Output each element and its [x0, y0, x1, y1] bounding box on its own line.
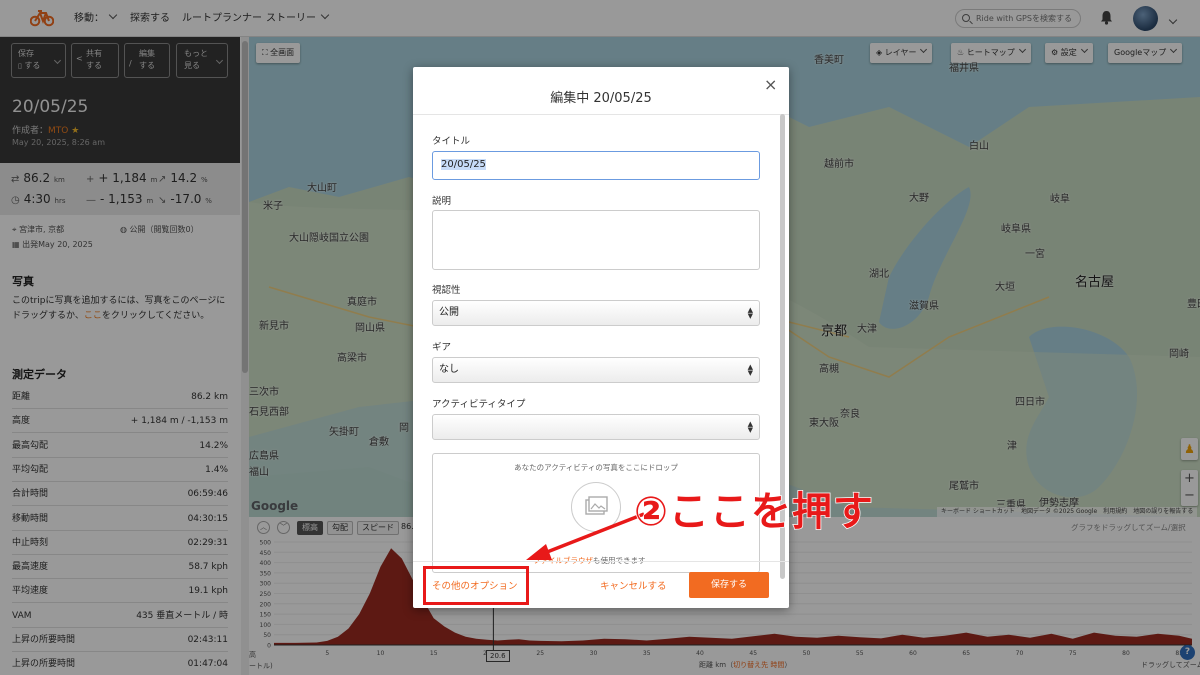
description-field[interactable] [432, 210, 760, 270]
select-arrows-icon: ▲ ▼ [747, 420, 753, 434]
modal-divider [413, 114, 789, 115]
cancel-button[interactable]: キャンセルする [600, 578, 667, 592]
select-arrows-icon: ▲ ▼ [747, 306, 753, 320]
title-field[interactable]: 20/05/25 [432, 151, 760, 180]
gear-select-value: なし [439, 364, 459, 375]
activity-type-field-label: アクティビティタイプ [432, 399, 526, 410]
visibility-select[interactable]: 公開 ▲ ▼ [432, 300, 760, 326]
gear-select[interactable]: なし ▲ ▼ [432, 357, 760, 383]
description-field-label: 説明 [432, 196, 452, 207]
visibility-select-value: 公開 [439, 307, 459, 318]
app-root: 移動： 探索する ルートプランナー ストーリー Ride with GPSを検索… [0, 0, 1200, 675]
modal-title: 編集中 20/05/25 [550, 91, 652, 106]
visibility-field-label: 視認性 [432, 285, 461, 296]
annotation-caption: ②ここを押す [633, 488, 874, 536]
dropzone-text: あなたのアクティビティの写真をここにドロップ [514, 463, 678, 472]
gear-field-label: ギア [432, 342, 452, 353]
title-field-label: タイトル [432, 136, 471, 147]
select-arrows-icon: ▲ ▼ [747, 363, 753, 377]
annotation-arrow [526, 512, 645, 560]
title-field-value: 20/05/25 [441, 159, 486, 170]
annotation-highlight-box [423, 566, 529, 605]
save-button[interactable]: 保存する [689, 572, 769, 598]
activity-type-select[interactable]: ▲ ▼ [432, 414, 760, 440]
close-icon[interactable]: × [764, 75, 777, 94]
